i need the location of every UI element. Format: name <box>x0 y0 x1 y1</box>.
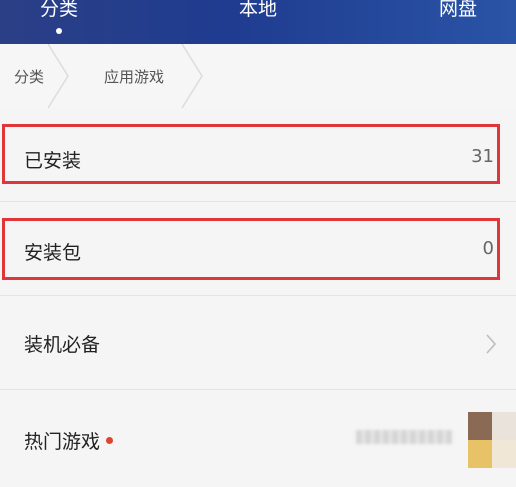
hot-games-text: 热门游戏 <box>24 431 101 453</box>
top-tab-bar: 分类 本地 网盘 <box>0 0 516 44</box>
breadcrumb: 分类 应用游戏 <box>0 44 516 109</box>
breadcrumb-item-apps-games[interactable]: 应用游戏 <box>104 66 164 87</box>
list-item-essentials[interactable]: 装机必备 <box>0 296 516 390</box>
installed-label: 已安装 <box>24 150 82 172</box>
chevron-right-icon <box>486 334 497 354</box>
list-item-install-packages[interactable]: 安装包 0 <box>0 202 516 296</box>
active-tab-indicator <box>56 28 62 34</box>
tab-category-label: 分类 <box>39 0 78 20</box>
essentials-label: 装机必备 <box>24 334 101 356</box>
breadcrumb-separator-icon <box>181 44 203 108</box>
breadcrumb-item-category[interactable]: 分类 <box>14 66 44 87</box>
installed-count: 31 <box>471 146 494 167</box>
list-item-hot-games[interactable]: 热门游戏 <box>0 390 516 487</box>
game-thumbnail <box>468 412 516 468</box>
tab-cloud-disk-label: 网盘 <box>438 0 477 20</box>
list-item-installed[interactable]: 已安装 31 <box>0 108 516 202</box>
install-packages-label: 安装包 <box>24 242 82 264</box>
install-packages-count: 0 <box>482 238 494 259</box>
hot-games-label: 热门游戏 <box>24 427 114 454</box>
tab-local[interactable]: 本地 <box>236 0 280 44</box>
new-badge-dot <box>106 437 114 444</box>
blurred-preview-text <box>356 430 452 444</box>
breadcrumb-separator-icon <box>47 44 69 108</box>
tab-category[interactable]: 分类 <box>38 0 80 44</box>
tab-cloud-disk[interactable]: 网盘 <box>436 0 480 44</box>
tab-local-label: 本地 <box>238 0 277 20</box>
